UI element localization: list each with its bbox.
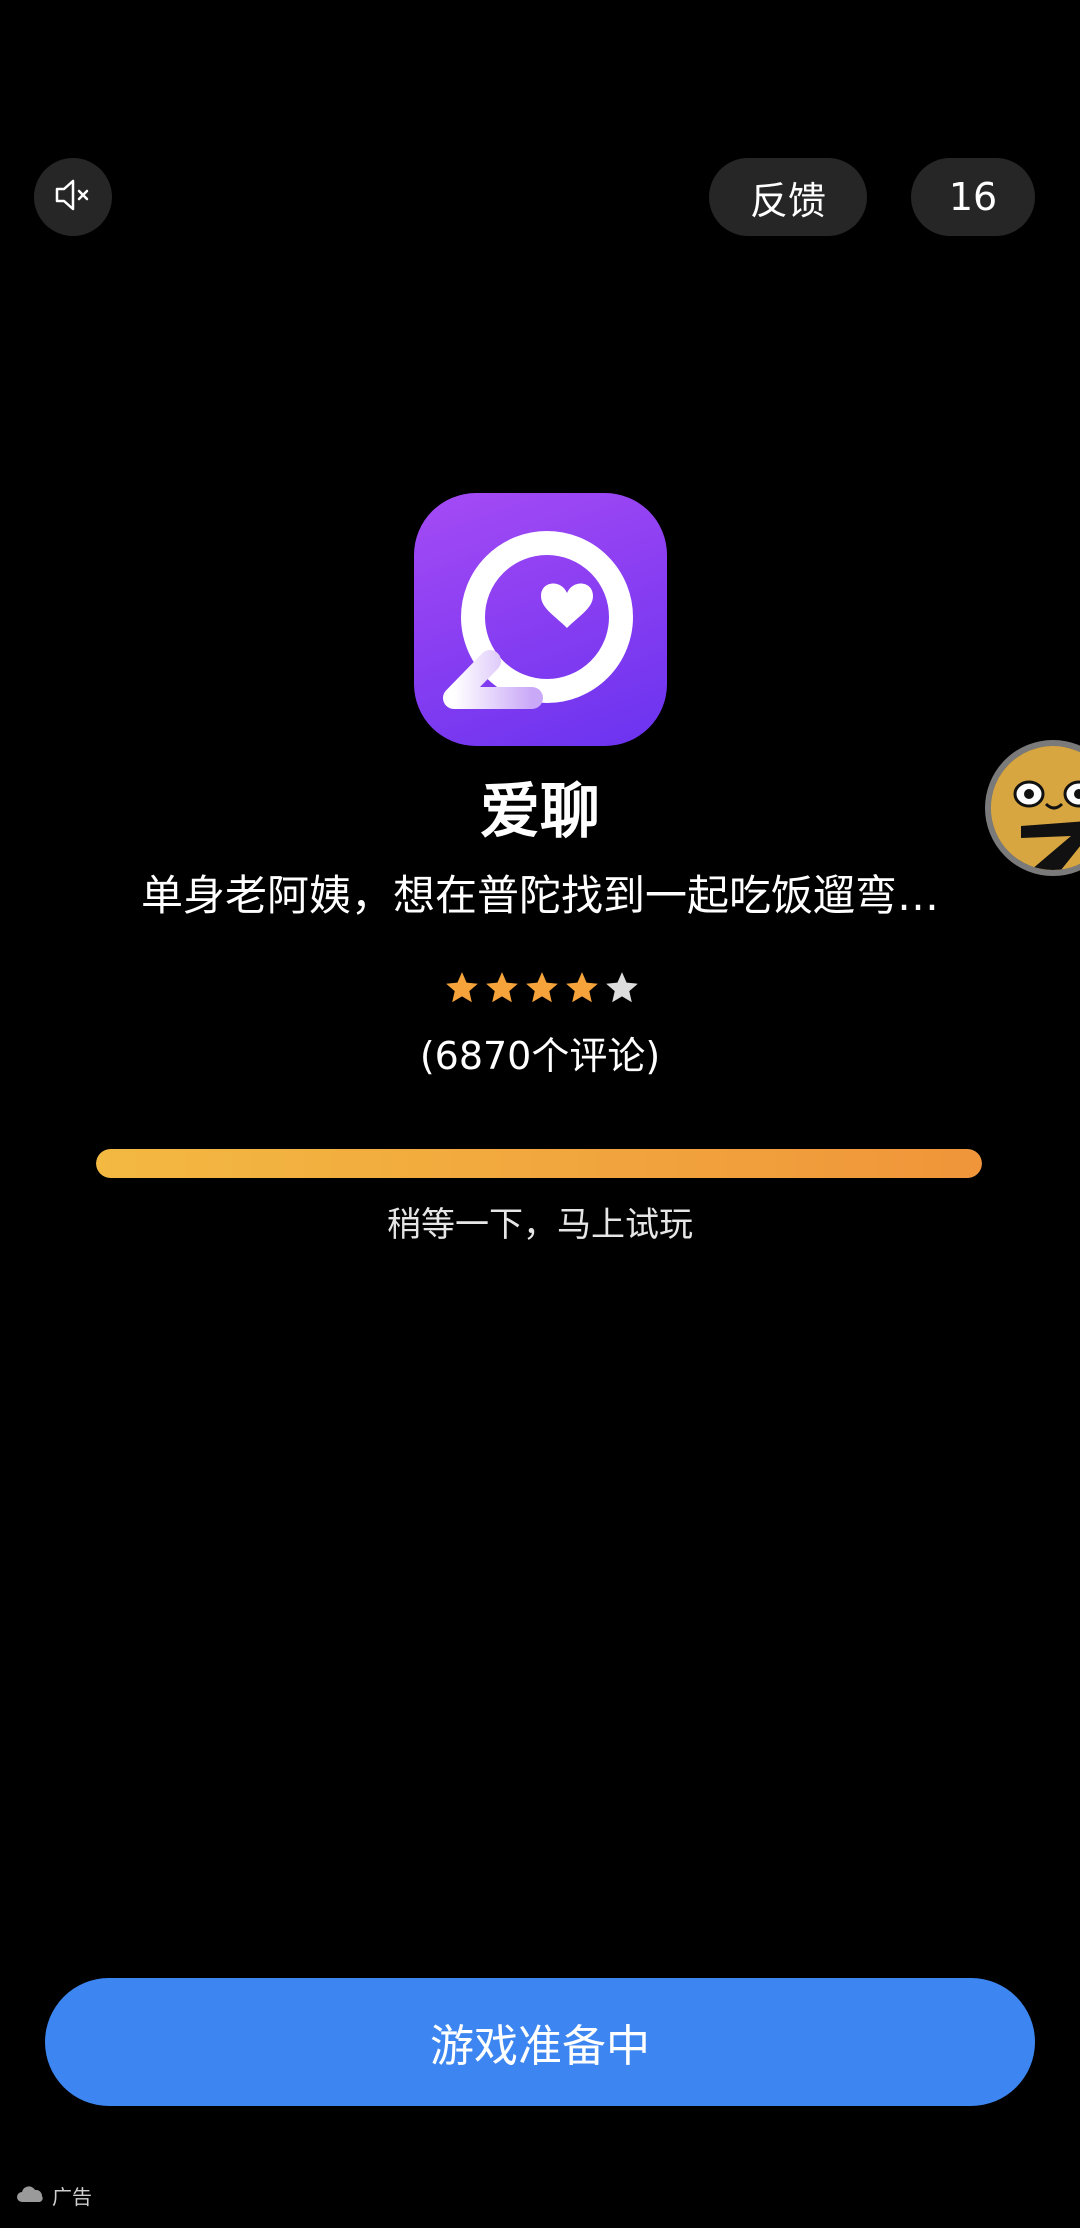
countdown-timer[interactable]: 16: [911, 158, 1035, 236]
star-empty-icon: [606, 972, 638, 1003]
progress-fill: [96, 1149, 982, 1178]
mute-button[interactable]: [34, 158, 112, 236]
chat-bubble-heart-icon: [443, 531, 633, 709]
ad-text: 广告: [52, 2184, 92, 2209]
progress-bar: [96, 1149, 982, 1178]
star-filled-icon: [526, 972, 558, 1003]
floating-cat-widget[interactable]: [985, 740, 1080, 876]
ad-label: 广告: [16, 2180, 92, 2210]
star-filled-icon: [566, 972, 598, 1003]
feedback-label: 反馈: [749, 178, 826, 223]
game-preparing-button[interactable]: 游戏准备中: [45, 1978, 1035, 2106]
cat-face-icon: [991, 746, 1080, 870]
progress-text: 稍等一下，马上试玩: [387, 1205, 693, 1245]
app-name: 爱聊: [480, 777, 600, 847]
review-count: (6870个评论): [419, 1034, 661, 1078]
star-filled-icon: [486, 972, 518, 1003]
cta-label: 游戏准备中: [430, 2021, 650, 2072]
feedback-button[interactable]: 反馈: [709, 158, 867, 236]
app-icon: [414, 493, 667, 746]
app-description: 单身老阿姨，想在普陀找到一起吃饭遛弯…: [140, 871, 939, 920]
countdown-value: 16: [948, 175, 998, 219]
star-filled-icon: [446, 972, 478, 1003]
rating-stars: [443, 969, 641, 1009]
cloud-icon: [17, 2186, 43, 2202]
speaker-muted-icon: [51, 173, 95, 221]
